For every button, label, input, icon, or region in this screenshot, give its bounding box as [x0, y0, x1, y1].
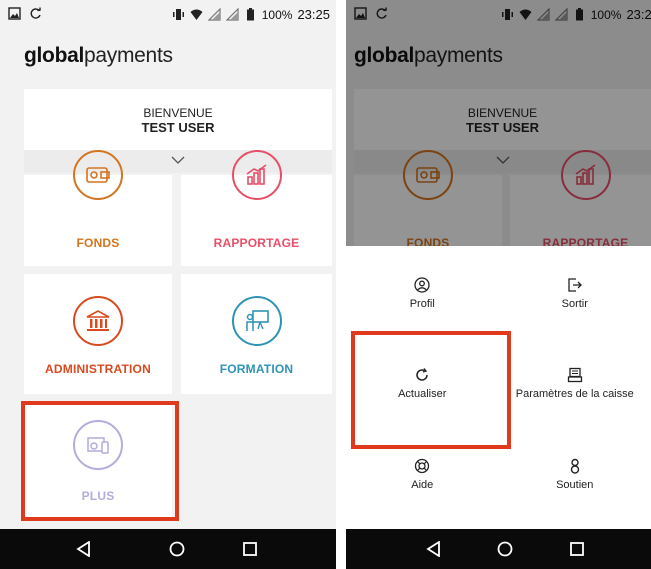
- menu-item-aide[interactable]: Aide: [346, 458, 499, 491]
- sync-icon: [29, 7, 42, 20]
- menu-item-parametres[interactable]: Paramètres de la caisse: [499, 367, 651, 400]
- home-icon[interactable]: [169, 541, 185, 557]
- menu-item-label: Soutien: [556, 479, 594, 491]
- phone-screen-menu: 100% 23:25 globalpayments BIENVENUE TEST…: [346, 0, 651, 569]
- register-icon: [567, 367, 583, 383]
- support-person-icon: [567, 458, 583, 474]
- menu-item-label: Aide: [411, 479, 434, 491]
- expand-welcome-button[interactable]: [24, 150, 332, 173]
- battery-icon: [244, 8, 257, 21]
- home-icon[interactable]: [497, 541, 513, 557]
- signal-icon: [207, 8, 221, 21]
- options-menu-sheet: Profil Sortir Actualiser Paramètres de l…: [346, 246, 651, 529]
- welcome-greeting: BIENVENUE: [143, 106, 213, 120]
- vibrate-icon: [172, 8, 185, 21]
- welcome-card: BIENVENUE TEST USER: [24, 89, 332, 173]
- tile-rapportage[interactable]: RAPPORTAGE: [181, 150, 332, 266]
- recents-icon[interactable]: [569, 541, 585, 557]
- battery-percent: 100%: [261, 7, 293, 22]
- menu-item-label: Paramètres de la caisse: [515, 388, 634, 400]
- tile-rapportage-label: RAPPORTAGE: [213, 236, 300, 250]
- user-circle-icon: [414, 277, 430, 293]
- navigation-bar: [0, 529, 336, 569]
- menu-item-label: Sortir: [561, 298, 588, 310]
- menu-item-sortir[interactable]: Sortir: [499, 277, 651, 310]
- logout-icon: [567, 277, 583, 293]
- devices-gear-icon: [73, 420, 123, 470]
- image-icon: [8, 7, 21, 20]
- tile-plus[interactable]: PLUS: [24, 403, 172, 519]
- tile-formation[interactable]: FORMATION: [181, 274, 332, 394]
- menu-item-label: Profil: [409, 298, 435, 310]
- lifebuoy-icon: [414, 458, 430, 474]
- back-icon[interactable]: [76, 541, 92, 557]
- tile-fonds[interactable]: FONDS: [24, 150, 172, 266]
- refresh-icon: [414, 367, 430, 383]
- clock: 23:25: [297, 7, 330, 22]
- signal-icon: [225, 8, 239, 21]
- wallet-gear-icon: [73, 150, 123, 200]
- tile-plus-label: PLUS: [81, 489, 115, 503]
- status-bar: 100% 23:25: [0, 0, 336, 30]
- menu-item-profil[interactable]: Profil: [346, 277, 499, 310]
- wifi-icon: [190, 8, 203, 21]
- tile-administration-label: ADMINISTRATION: [45, 362, 151, 376]
- tile-formation-label: FORMATION: [219, 362, 294, 376]
- chevron-down-icon: [171, 156, 185, 164]
- bank-building-icon: [73, 296, 123, 346]
- tile-administration[interactable]: ADMINISTRATION: [24, 274, 172, 394]
- presentation-board-icon: [231, 296, 282, 346]
- recents-icon[interactable]: [242, 541, 258, 557]
- phone-screen-home: 100% 23:25 globalpayments BIENVENUE TEST…: [0, 0, 336, 569]
- navigation-bar: [346, 529, 651, 569]
- welcome-username: TEST USER: [141, 120, 215, 135]
- menu-item-soutien[interactable]: Soutien: [499, 458, 651, 491]
- bar-chart-icon: [231, 150, 282, 200]
- menu-item-actualiser[interactable]: Actualiser: [346, 367, 499, 400]
- menu-item-label: Actualiser: [398, 388, 447, 400]
- brand-logo: globalpayments: [24, 44, 173, 67]
- back-icon[interactable]: [426, 541, 442, 557]
- tile-fonds-label: FONDS: [76, 236, 120, 250]
